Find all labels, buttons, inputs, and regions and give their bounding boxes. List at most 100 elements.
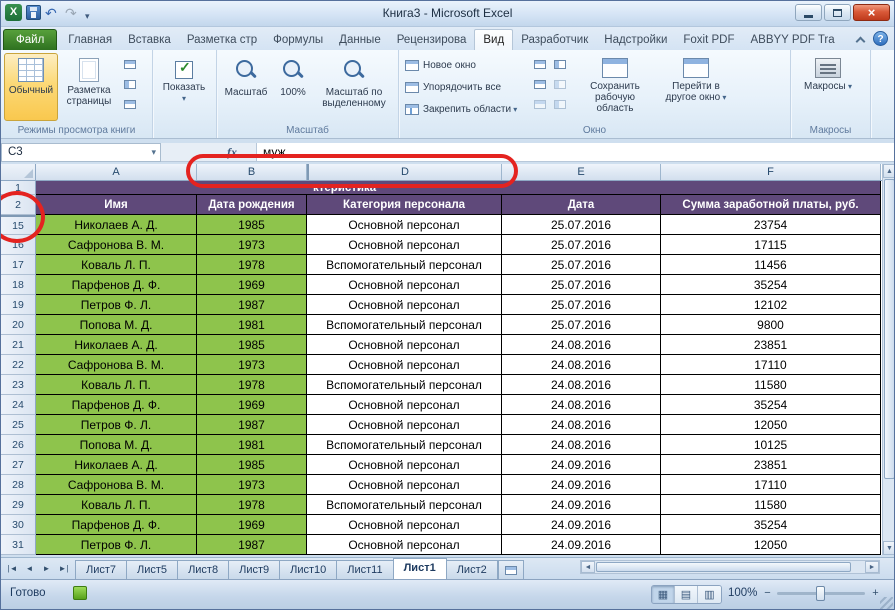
zoom-out-button[interactable] xyxy=(761,587,774,600)
next-sheet-icon[interactable] xyxy=(39,561,54,576)
ribbon-tab-Разметка стр[interactable]: Разметка стр xyxy=(179,30,265,50)
vertical-scroll-thumb[interactable] xyxy=(884,179,895,479)
cell-B25[interactable]: 1987 xyxy=(197,415,307,435)
horizontal-scrollbar[interactable] xyxy=(580,560,880,574)
page-break-shortcut-button[interactable] xyxy=(698,586,721,603)
cell-D28[interactable]: Основной персонал xyxy=(307,475,502,495)
sheet-tab-Лист11[interactable]: Лист11 xyxy=(336,560,393,579)
cell-B29[interactable]: 1978 xyxy=(197,495,307,515)
cell-D18[interactable]: Основной персонал xyxy=(307,275,502,295)
insert-worksheet-button[interactable] xyxy=(498,560,524,579)
cell-E31[interactable]: 24.09.2016 xyxy=(502,535,661,555)
cell-A26[interactable]: Попова М. Д. xyxy=(36,435,197,455)
cell-D22[interactable]: Основной персонал xyxy=(307,355,502,375)
cell-F25[interactable]: 12050 xyxy=(661,415,881,435)
header-cell-E[interactable]: Дата xyxy=(502,195,661,215)
split-button[interactable] xyxy=(530,55,550,74)
redo-icon[interactable] xyxy=(65,5,81,21)
ribbon-tab-Формулы[interactable]: Формулы xyxy=(265,30,331,50)
cell-B27[interactable]: 1985 xyxy=(197,455,307,475)
row-header-31[interactable]: 31 xyxy=(1,535,36,555)
sheet-tab-Лист1[interactable]: Лист1 xyxy=(393,558,447,579)
custom-views-button[interactable] xyxy=(120,75,140,94)
sheet-tab-Лист9[interactable]: Лист9 xyxy=(228,560,280,579)
name-box[interactable]: C3 xyxy=(1,143,161,162)
header-cell-F[interactable]: Сумма заработной платы, руб. xyxy=(661,195,881,215)
hide-window-button[interactable] xyxy=(530,75,550,94)
cell-F29[interactable]: 11580 xyxy=(661,495,881,515)
maximize-button[interactable] xyxy=(824,4,851,21)
column-header-E[interactable]: E xyxy=(502,164,661,180)
cell-A25[interactable]: Петров Ф. Л. xyxy=(36,415,197,435)
cell-D27[interactable]: Основной персонал xyxy=(307,455,502,475)
cell-E30[interactable]: 24.09.2016 xyxy=(502,515,661,535)
cell-B30[interactable]: 1969 xyxy=(197,515,307,535)
row-header-26[interactable]: 26 xyxy=(1,435,36,455)
cell-F30[interactable]: 35254 xyxy=(661,515,881,535)
cell-E27[interactable]: 24.09.2016 xyxy=(502,455,661,475)
macros-button[interactable]: Макросы xyxy=(798,53,858,121)
sheet-tab-Лист10[interactable]: Лист10 xyxy=(279,560,337,579)
cell-E25[interactable]: 24.08.2016 xyxy=(502,415,661,435)
header-cell-A[interactable]: Имя xyxy=(36,195,197,215)
ribbon-tab-Файл[interactable]: Файл xyxy=(3,29,57,50)
cell-A21[interactable]: Николаев А. Д. xyxy=(36,335,197,355)
ribbon-tab-Вид[interactable]: Вид xyxy=(474,29,513,50)
cell-E16[interactable]: 25.07.2016 xyxy=(502,235,661,255)
resize-grip[interactable] xyxy=(880,597,893,610)
previous-sheet-icon[interactable] xyxy=(22,561,37,576)
ribbon-tab-ABBYY PDF Tra[interactable]: ABBYY PDF Tra xyxy=(743,30,843,50)
cell-A17[interactable]: Коваль Л. П. xyxy=(36,255,197,275)
switch-windows-button[interactable]: Перейти в другое окно xyxy=(654,53,738,121)
cell-A22[interactable]: Сафронова В. М. xyxy=(36,355,197,375)
show-dropdown-button[interactable]: Показать xyxy=(156,53,212,121)
help-icon[interactable] xyxy=(873,31,888,46)
cell-B26[interactable]: 1981 xyxy=(197,435,307,455)
cell-B17[interactable]: 1978 xyxy=(197,255,307,275)
cell-A15[interactable]: Николаев А. Д. xyxy=(36,215,197,235)
zoom-to-selection-button[interactable]: Масштаб по выделенному xyxy=(314,53,394,121)
cell-E21[interactable]: 24.08.2016 xyxy=(502,335,661,355)
cell-E24[interactable]: 24.08.2016 xyxy=(502,395,661,415)
cell-A30[interactable]: Парфенов Д. Ф. xyxy=(36,515,197,535)
ribbon-tab-Данные[interactable]: Данные xyxy=(331,30,389,50)
ribbon-tab-Главная[interactable]: Главная xyxy=(60,30,120,50)
cell-E29[interactable]: 24.09.2016 xyxy=(502,495,661,515)
row-header-22[interactable]: 22 xyxy=(1,355,36,375)
reset-window-position-button[interactable] xyxy=(550,95,570,114)
cell-F16[interactable]: 17115 xyxy=(661,235,881,255)
cell-F24[interactable]: 35254 xyxy=(661,395,881,415)
row-header-20[interactable]: 20 xyxy=(1,315,36,335)
header-cell-B[interactable]: Дата рождения xyxy=(197,195,307,215)
normal-view-shortcut-button[interactable] xyxy=(652,586,675,603)
cell-E17[interactable]: 25.07.2016 xyxy=(502,255,661,275)
zoom-button[interactable]: Масштаб xyxy=(220,53,272,121)
cell-D26[interactable]: Вспомогательный персонал xyxy=(307,435,502,455)
ribbon-tab-Разработчик[interactable]: Разработчик xyxy=(513,30,596,50)
cell-F27[interactable]: 23851 xyxy=(661,455,881,475)
cell-F17[interactable]: 11456 xyxy=(661,255,881,275)
scroll-right-icon[interactable] xyxy=(865,561,879,573)
cell-B19[interactable]: 1987 xyxy=(197,295,307,315)
ribbon-tab-Foxit PDF[interactable]: Foxit PDF xyxy=(675,30,742,50)
cell-D23[interactable]: Вспомогательный персонал xyxy=(307,375,502,395)
row-header-21[interactable]: 21 xyxy=(1,335,36,355)
cell-B21[interactable]: 1985 xyxy=(197,335,307,355)
row-header-23[interactable]: 23 xyxy=(1,375,36,395)
cell-A27[interactable]: Николаев А. Д. xyxy=(36,455,197,475)
minimize-button[interactable] xyxy=(795,4,822,21)
cell-E20[interactable]: 25.07.2016 xyxy=(502,315,661,335)
cell-D30[interactable]: Основной персонал xyxy=(307,515,502,535)
cell-B16[interactable]: 1973 xyxy=(197,235,307,255)
row-header-25[interactable]: 25 xyxy=(1,415,36,435)
cell-E26[interactable]: 24.08.2016 xyxy=(502,435,661,455)
cell-D31[interactable]: Основной персонал xyxy=(307,535,502,555)
cell-D25[interactable]: Основной персонал xyxy=(307,415,502,435)
cell-A23[interactable]: Коваль Л. П. xyxy=(36,375,197,395)
column-header-A[interactable]: A xyxy=(36,164,197,180)
cell-F21[interactable]: 23851 xyxy=(661,335,881,355)
cell-A28[interactable]: Сафронова В. М. xyxy=(36,475,197,495)
row-header-18[interactable]: 18 xyxy=(1,275,36,295)
cell-E18[interactable]: 25.07.2016 xyxy=(502,275,661,295)
row-header-24[interactable]: 24 xyxy=(1,395,36,415)
